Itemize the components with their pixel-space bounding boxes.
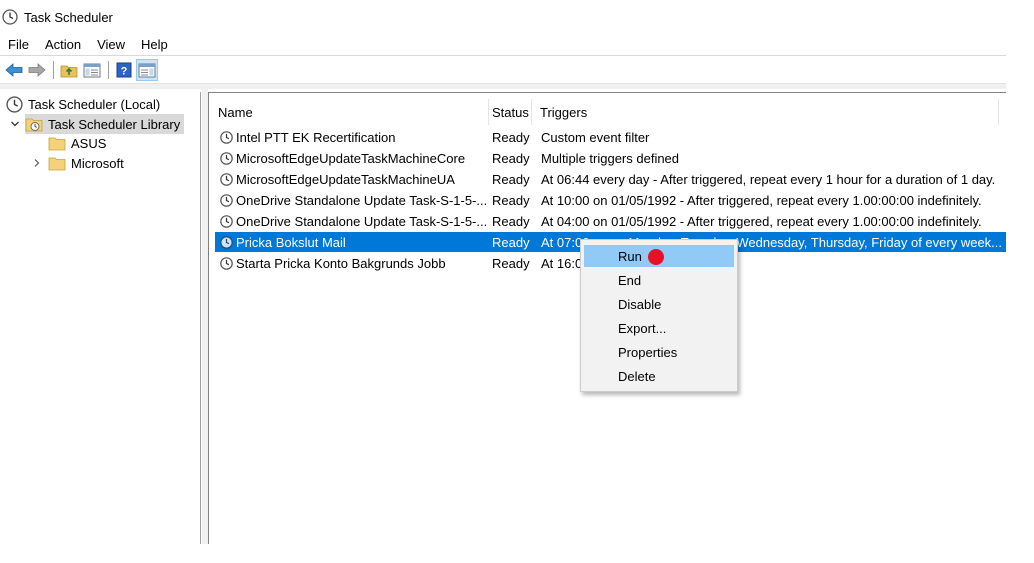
show-hide-action-pane-icon [138,63,156,78]
task-status: Ready [492,129,530,145]
context-menu-disable[interactable]: Disable [584,293,734,315]
menu-divider [0,55,1006,56]
task-name: MicrosoftEdgeUpdateTaskMachineCore [236,150,466,166]
context-menu-properties[interactable]: Properties [584,341,734,363]
up-folder-icon [60,65,78,78]
task-status: Ready [492,234,530,250]
task-name: Intel PTT EK Recertification [236,129,396,145]
help-icon: ? [116,62,132,78]
menu-view[interactable]: View [88,37,132,52]
toolbar-border [0,83,1006,89]
red-dot-marker [648,249,664,265]
context-menu: Run End Disable Export... Properties Del… [580,239,738,392]
tree-item-label: Microsoft [71,155,124,171]
tree-item-library-row[interactable]: Task Scheduler Library [9,114,185,134]
window-title: Task Scheduler [24,9,113,25]
task-clock-icon [220,172,233,186]
task-clock-icon [220,214,233,228]
tree-item-label: Task Scheduler (Local) [28,96,161,112]
tree-item-task-scheduler-library[interactable]: Task Scheduler Library [25,114,185,134]
tree-item-label: Task Scheduler Library [48,116,181,132]
column-header-status[interactable]: Status [483,99,532,125]
task-triggers: At 04:00 on 01/05/1992 - After triggered… [541,213,982,229]
back-icon [5,63,23,77]
task-triggers: Multiple triggers defined [541,150,680,166]
context-menu-end[interactable]: End [584,269,734,291]
task-clock-icon [220,193,233,207]
menu-action[interactable]: Action [36,37,88,52]
menu-help[interactable]: Help [132,37,175,52]
task-status: Ready [492,150,530,166]
table-row[interactable]: MicrosoftEdgeUpdateTaskMachineCore Ready… [215,148,1006,168]
list-header: Name Status Triggers [209,99,1006,125]
task-clock-icon [220,151,233,165]
forward-icon [28,63,46,77]
task-status: Ready [492,255,530,271]
tree-item-microsoft-row[interactable]: Microsoft [31,153,124,173]
tree-item-task-scheduler-local[interactable]: Task Scheduler (Local) [6,94,160,114]
back-button[interactable] [3,59,25,81]
chevron-right-icon[interactable] [31,157,43,169]
context-menu-run[interactable]: Run [584,245,734,267]
task-triggers: At 06:44 every day - After triggered, re… [541,171,996,187]
folder-icon [48,157,66,170]
column-header-triggers[interactable]: Triggers [532,99,999,125]
help-button[interactable]: ? [113,59,135,81]
task-name: OneDrive Standalone Update Task-S-1-5-..… [236,192,488,208]
task-triggers: Custom event filter [541,129,650,145]
tree-item-label: ASUS [71,135,107,151]
task-name: Pricka Bokslut Mail [236,234,346,250]
forward-button[interactable] [26,59,48,81]
task-clock-icon [220,235,233,249]
table-row[interactable]: MicrosoftEdgeUpdateTaskMachineUA Ready A… [215,169,1006,189]
chevron-down-icon[interactable] [9,118,21,130]
task-clock-icon [220,130,233,144]
clock-icon [2,9,18,25]
table-row[interactable]: Intel PTT EK Recertification Ready Custo… [215,127,1006,147]
task-name: MicrosoftEdgeUpdateTaskMachineUA [236,171,455,187]
tree-item-asus[interactable]: ASUS [48,133,106,153]
show-hide-console-tree-button[interactable] [81,59,103,81]
window-edge [1006,0,1034,563]
folder-clock-icon [25,118,43,132]
task-status: Ready [492,171,530,187]
task-status: Ready [492,192,530,208]
menu-bar: File Action View Help [0,34,175,54]
context-menu-export[interactable]: Export... [584,317,734,339]
title-bar: Task Scheduler [0,0,1034,34]
table-row[interactable]: OneDrive Standalone Update Task-S-1-5-..… [215,190,1006,210]
svg-text:?: ? [121,66,128,78]
task-status: Ready [492,213,530,229]
console-tree: Task Scheduler (Local) Task Scheduler Li… [0,92,201,544]
toolbar: ? [0,57,159,83]
task-triggers: At 10:00 on 01/05/1992 - After triggered… [541,192,982,208]
toolbar-separator [53,61,54,79]
context-menu-delete[interactable]: Delete [584,365,734,387]
column-header-name[interactable]: Name [209,99,489,125]
menu-file[interactable]: File [0,37,36,52]
toolbar-separator [108,61,109,79]
show-hide-action-pane-button[interactable] [136,59,158,81]
task-name: Starta Pricka Konto Bakgrunds Jobb [236,255,446,271]
clock-icon [6,95,23,113]
task-name: OneDrive Standalone Update Task-S-1-5-..… [236,213,488,229]
task-clock-icon [220,256,233,270]
show-hide-console-tree-icon [83,63,101,78]
up-folder-button[interactable] [58,59,80,81]
folder-icon [48,137,66,150]
table-row[interactable]: OneDrive Standalone Update Task-S-1-5-..… [215,211,1006,231]
